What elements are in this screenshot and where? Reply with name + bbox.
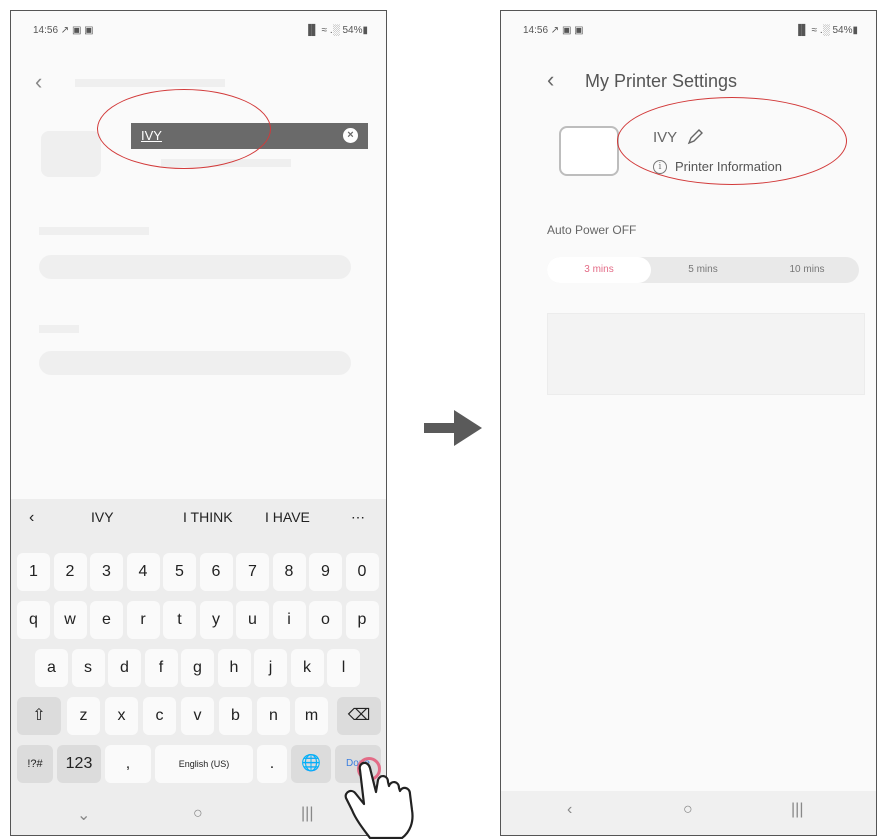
key-9[interactable]: 9 — [309, 553, 342, 591]
nav-back-icon[interactable]: ‹ — [567, 801, 572, 819]
key-3[interactable]: 3 — [90, 553, 123, 591]
period-key[interactable]: . — [257, 745, 287, 783]
more-suggestions-icon[interactable]: ⋯ — [351, 509, 365, 526]
ghost-section-label — [39, 325, 79, 333]
left-phone-screen: 14:56 ↗ ▣ ▣ ▐▌ ≈ .░ 54%▮ ‹ IVY × ‹ IVY I… — [10, 10, 387, 836]
dimmed-settings-background: ‹ — [11, 11, 386, 491]
power-option-5-mins[interactable]: 5 mins — [651, 257, 755, 283]
ghost-printer-box — [41, 131, 101, 177]
key-n[interactable]: n — [257, 697, 290, 735]
key-d[interactable]: d — [108, 649, 141, 687]
arrow-right-icon — [424, 410, 482, 446]
key-c[interactable]: c — [143, 697, 176, 735]
ghost-power-segment — [39, 255, 351, 279]
ghost-second-segment — [39, 351, 351, 375]
key-i[interactable]: i — [272, 601, 306, 639]
page-title: My Printer Settings — [585, 71, 738, 91]
key-4[interactable]: 4 — [126, 553, 160, 591]
power-option-10-mins[interactable]: 10 mins — [755, 257, 859, 283]
pointing-hand-icon — [344, 761, 414, 839]
ghost-title — [75, 79, 225, 87]
on-screen-keyboard: ‹ IVY I THINK I HAVE ⋯ 1234567890 qwerty… — [11, 499, 386, 795]
status-indicators: ▐▌ ≈ .░ 54%▮ — [794, 25, 858, 36]
key-o[interactable]: o — [309, 601, 342, 639]
collapse-suggestions-icon[interactable]: ‹ — [29, 509, 34, 527]
key-m[interactable]: m — [295, 697, 328, 735]
auto-power-off-segmented-control: 3 mins 5 mins 10 mins — [547, 257, 859, 283]
back-icon[interactable]: ‹ — [35, 71, 55, 95]
key-w[interactable]: w — [53, 601, 87, 639]
settings-card — [547, 313, 865, 395]
key-l[interactable]: l — [327, 649, 360, 687]
key-b[interactable]: b — [219, 697, 252, 735]
key-6[interactable]: 6 — [199, 553, 233, 591]
space-key[interactable]: English (US) — [155, 745, 253, 783]
keyboard-navigation-bar: ⌄ ○ ||| — [11, 795, 386, 835]
suggestion-3[interactable]: I HAVE — [265, 509, 310, 525]
key-1[interactable]: 1 — [17, 553, 50, 591]
key-e[interactable]: e — [90, 601, 123, 639]
key-8[interactable]: 8 — [272, 553, 306, 591]
key-2[interactable]: 2 — [53, 553, 87, 591]
power-option-3-mins[interactable]: 3 mins — [547, 257, 651, 283]
globe-icon[interactable]: 🌐 — [291, 745, 331, 783]
clear-icon[interactable]: × — [343, 128, 358, 143]
key-y[interactable]: y — [199, 601, 233, 639]
key-0[interactable]: 0 — [345, 553, 379, 591]
highlight-ellipse-right — [617, 97, 847, 185]
backspace-icon[interactable]: ⌫ — [337, 697, 381, 735]
recents-icon[interactable]: ||| — [791, 801, 803, 819]
key-a[interactable]: a — [35, 649, 68, 687]
ghost-auto-power-label — [39, 227, 149, 235]
key-h[interactable]: h — [217, 649, 251, 687]
highlight-ellipse-left — [97, 89, 271, 169]
key-s[interactable]: s — [71, 649, 105, 687]
comma-key[interactable]: , — [105, 745, 151, 783]
navigation-bar: ‹ ○ ||| — [501, 791, 876, 835]
symbols-key[interactable]: !?# — [17, 745, 53, 783]
key-x[interactable]: x — [105, 697, 138, 735]
key-7[interactable]: 7 — [236, 553, 269, 591]
key-5[interactable]: 5 — [163, 553, 196, 591]
auto-power-off-label: Auto Power OFF — [547, 223, 637, 237]
home-icon[interactable]: ○ — [683, 801, 693, 819]
key-u[interactable]: u — [236, 601, 269, 639]
key-j[interactable]: j — [254, 649, 287, 687]
key-p[interactable]: p — [345, 601, 379, 639]
key-t[interactable]: t — [163, 601, 196, 639]
key-q[interactable]: q — [17, 601, 50, 639]
key-z[interactable]: z — [67, 697, 100, 735]
key-r[interactable]: r — [126, 601, 160, 639]
numbers-key[interactable]: 123 — [57, 745, 101, 783]
status-time: 14:56 ↗ ▣ ▣ — [523, 25, 584, 36]
key-g[interactable]: g — [181, 649, 214, 687]
hide-keyboard-icon[interactable]: ⌄ — [77, 805, 90, 825]
home-icon[interactable]: ○ — [193, 805, 203, 823]
suggestion-bar: ‹ IVY I THINK I HAVE ⋯ — [11, 499, 386, 535]
suggestion-1[interactable]: IVY — [91, 509, 114, 525]
printer-image — [559, 126, 619, 176]
back-icon[interactable]: ‹ — [547, 69, 567, 93]
status-bar: 14:56 ↗ ▣ ▣ ▐▌ ≈ .░ 54%▮ — [501, 25, 876, 41]
suggestion-2[interactable]: I THINK — [183, 509, 233, 525]
right-phone-screen: 14:56 ↗ ▣ ▣ ▐▌ ≈ .░ 54%▮ ‹ My Printer Se… — [500, 10, 877, 836]
recents-icon[interactable]: ||| — [301, 805, 313, 823]
key-v[interactable]: v — [181, 697, 214, 735]
shift-icon[interactable]: ⇧ — [17, 697, 61, 735]
app-bar: ‹ My Printer Settings — [547, 69, 866, 95]
key-k[interactable]: k — [290, 649, 324, 687]
key-f[interactable]: f — [144, 649, 178, 687]
